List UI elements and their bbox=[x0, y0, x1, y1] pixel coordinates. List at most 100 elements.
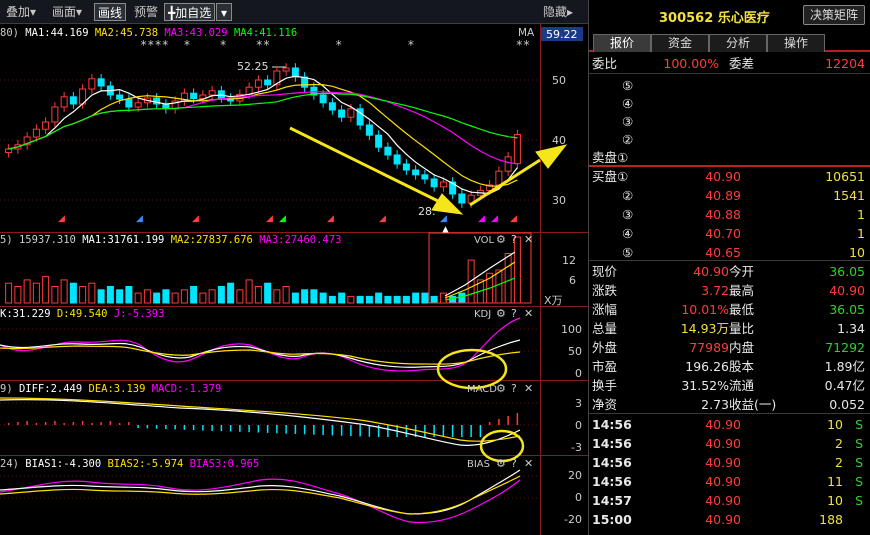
add-watchlist-dropdown[interactable]: ▾ bbox=[216, 3, 232, 21]
axis-label-30: 30 bbox=[552, 194, 566, 207]
weicha-label: 委差 bbox=[729, 56, 755, 71]
bias-gear-icon[interactable]: ⚙ bbox=[496, 457, 506, 470]
candle bbox=[495, 170, 503, 186]
volume-bar bbox=[384, 295, 392, 304]
screen-menu[interactable]: 画面▾ bbox=[52, 3, 82, 21]
volume-bar bbox=[402, 295, 410, 304]
weibi-value: 100.00% bbox=[663, 56, 719, 71]
add-watchlist-button[interactable]: ╋加自选 bbox=[164, 3, 216, 21]
buy-row: 买盘① 40.90 10651 bbox=[589, 167, 870, 186]
stat-value: 14.93万 bbox=[680, 321, 729, 336]
draw-line-button[interactable]: 画线 bbox=[94, 3, 127, 21]
sell-row: ③ bbox=[589, 112, 870, 131]
kdj-legend: K:31.229 D:49.540 J:-5.393 bbox=[0, 308, 164, 320]
candle bbox=[458, 193, 466, 204]
vol-close-icon[interactable]: ✕ bbox=[524, 233, 533, 246]
macd-lines bbox=[0, 397, 521, 446]
volume-bar bbox=[412, 292, 420, 304]
volume-bar bbox=[88, 282, 96, 304]
bias-lines bbox=[0, 469, 521, 524]
stat-label-2: 最低 bbox=[729, 302, 755, 317]
volume-bar bbox=[245, 279, 253, 304]
volume-bar bbox=[273, 289, 281, 304]
volume-bar bbox=[97, 289, 105, 304]
stat-label-2: 流通 bbox=[729, 378, 755, 393]
tab-analysis[interactable]: 分析 bbox=[709, 34, 767, 52]
stock-code-name: 300562 乐心医疗 bbox=[659, 11, 770, 26]
candle bbox=[421, 174, 429, 180]
stat-value-2: 36.05 bbox=[829, 264, 865, 279]
tick-time: 14:56 bbox=[592, 474, 632, 489]
decision-matrix-button[interactable]: 决策矩阵 bbox=[802, 5, 865, 25]
candle-group bbox=[5, 63, 521, 208]
bias-close-icon[interactable]: ✕ bbox=[524, 457, 533, 470]
kdj-close-icon[interactable]: ✕ bbox=[524, 307, 533, 320]
stat-value: 2.73 bbox=[701, 397, 729, 412]
stat-value: 10.01% bbox=[681, 302, 729, 317]
hide-panel-button[interactable]: 隐藏▸ bbox=[543, 3, 573, 21]
volume-bar bbox=[282, 286, 290, 304]
volume-bar bbox=[51, 286, 59, 304]
weibi-row: 委比 100.00% 委差 12204 bbox=[589, 54, 870, 73]
candle bbox=[347, 108, 355, 118]
buy-row: ④ 40.70 1 bbox=[589, 224, 870, 243]
tick-volume: 10 bbox=[827, 417, 843, 432]
stat-value-2: 0.052 bbox=[829, 397, 865, 412]
volume-bar bbox=[310, 289, 318, 304]
candle bbox=[60, 96, 68, 108]
candle bbox=[319, 94, 327, 104]
tab-operate[interactable]: 操作 bbox=[767, 34, 825, 52]
candle bbox=[504, 156, 512, 172]
overlay-menu[interactable]: 叠加▾ bbox=[6, 3, 36, 21]
buy-level-label: ④ bbox=[622, 226, 634, 241]
tab-funds[interactable]: 资金 bbox=[651, 34, 709, 52]
tick-row: 14:56 40.90 2 S bbox=[589, 434, 870, 453]
macd-help-icon[interactable]: ? bbox=[511, 382, 517, 395]
alert-button[interactable]: 预警 bbox=[134, 3, 158, 21]
kdj-help-icon[interactable]: ? bbox=[511, 307, 517, 320]
vol-gear-icon[interactable]: ⚙ bbox=[496, 233, 506, 246]
volume-bar bbox=[504, 253, 512, 304]
macd-axis-3: 3 bbox=[575, 397, 582, 410]
volume-bar bbox=[14, 286, 22, 304]
kline-chart[interactable]: 80) MA1:44.169 MA2:45.738 MA3:43.029 MA4… bbox=[0, 24, 588, 535]
tick-volume: 188 bbox=[819, 512, 843, 527]
buy-price: 40.90 bbox=[705, 169, 741, 184]
quote-tabs: 报价 资金 分析 操作 bbox=[589, 34, 870, 52]
volume-bar bbox=[217, 286, 225, 304]
macd-gear-icon[interactable]: ⚙ bbox=[496, 382, 506, 395]
volume-bar bbox=[449, 295, 457, 304]
svg-text:◢: ◢ bbox=[491, 214, 498, 224]
candle bbox=[116, 94, 124, 100]
stat-label-2: 收益(一) bbox=[729, 397, 777, 412]
macd-close-icon[interactable]: ✕ bbox=[524, 382, 533, 395]
stat-label: 市盈 bbox=[592, 359, 618, 374]
tab-quote[interactable]: 报价 bbox=[593, 34, 651, 52]
tick-volume: 2 bbox=[835, 436, 843, 451]
bias-tag: BIAS bbox=[467, 459, 490, 470]
kdj-gear-icon[interactable]: ⚙ bbox=[496, 307, 506, 320]
candle bbox=[5, 148, 13, 154]
stat-value-2: 40.90 bbox=[829, 283, 865, 298]
sell-level-label: ⑤ bbox=[622, 78, 634, 93]
stat-value: 196.26 bbox=[685, 359, 729, 374]
volume-bar bbox=[347, 295, 355, 304]
candle bbox=[125, 98, 133, 108]
tick-side: S bbox=[855, 474, 863, 489]
volume-bar bbox=[430, 295, 438, 304]
stat-value: 31.52% bbox=[681, 378, 729, 393]
buy-volume: 1541 bbox=[833, 188, 865, 203]
candle bbox=[88, 78, 96, 90]
bias-help-icon[interactable]: ? bbox=[511, 457, 517, 470]
volume-bar bbox=[208, 289, 216, 304]
sell-level-label: ② bbox=[622, 132, 634, 147]
svg-text:◢: ◢ bbox=[58, 214, 65, 224]
volume-bar bbox=[328, 295, 336, 304]
stat-label: 净资 bbox=[592, 397, 618, 412]
candle bbox=[264, 79, 272, 86]
volume-bar bbox=[458, 292, 466, 304]
svg-text:◢: ◢ bbox=[510, 214, 517, 224]
candle bbox=[254, 79, 262, 88]
vol-help-icon[interactable]: ? bbox=[511, 233, 517, 246]
candle bbox=[69, 96, 77, 105]
